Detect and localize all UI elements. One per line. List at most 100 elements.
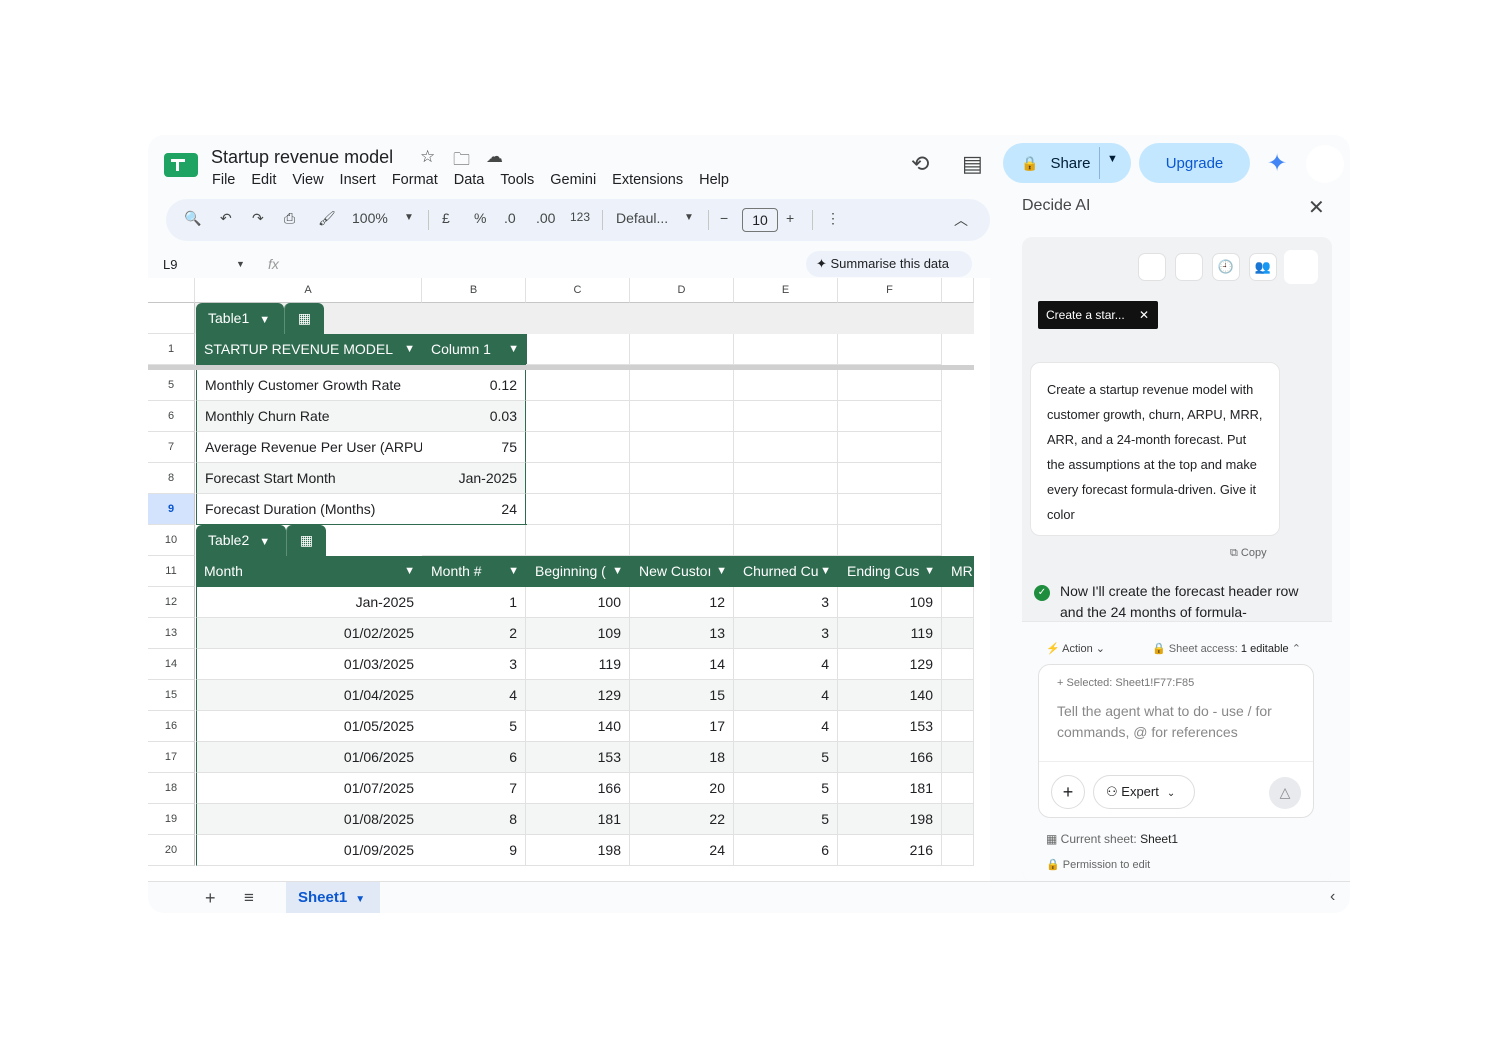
add-sheet-icon[interactable]: + — [205, 888, 216, 909]
table2-header-cell[interactable]: MR — [943, 556, 974, 587]
cell[interactable] — [734, 463, 838, 494]
table2-cell[interactable]: 01/09/2025 — [196, 835, 423, 866]
row-header-18[interactable]: 18 — [148, 773, 195, 804]
table2-cell[interactable]: 3 — [422, 649, 526, 680]
more-formats-button[interactable]: 123 — [570, 210, 590, 224]
table2-header-cell[interactable]: Beginning (▼ — [527, 556, 631, 587]
all-sheets-icon[interactable]: ≡ — [244, 888, 254, 908]
row-header-19[interactable]: 19 — [148, 804, 195, 835]
table2-cell[interactable]: 140 — [526, 711, 630, 742]
menu-view[interactable]: View — [292, 172, 323, 188]
table2-cell[interactable]: 4 — [422, 680, 526, 711]
context-chip[interactable]: Create a star... ✕ — [1038, 301, 1158, 329]
table1-chip[interactable]: Table1 ▼ — [196, 303, 284, 334]
cell[interactable] — [838, 334, 942, 365]
cell[interactable] — [838, 525, 942, 556]
column-header-c[interactable]: C — [526, 278, 630, 303]
menu-extensions[interactable]: Extensions — [612, 172, 683, 188]
cloud-status-icon[interactable]: ☁ — [486, 147, 503, 167]
table2-cell[interactable]: 01/04/2025 — [196, 680, 423, 711]
table2-header-cell[interactable]: Month # ▼ — [423, 556, 527, 587]
collapse-toolbar-icon[interactable]: ︿ — [954, 210, 968, 230]
cell[interactable] — [734, 370, 838, 401]
table1-label-cell[interactable]: Forecast Start Month — [196, 463, 423, 494]
cell[interactable] — [630, 525, 734, 556]
font-select[interactable]: Defaul... — [616, 210, 668, 226]
history-icon[interactable]: 🕘 — [1212, 253, 1240, 281]
table2-cell[interactable]: 01/03/2025 — [196, 649, 423, 680]
more-options-icon[interactable]: ⋮ — [826, 210, 840, 227]
menu-format[interactable]: Format — [392, 172, 438, 188]
table2-header-cell[interactable]: Month ▼ — [196, 556, 423, 587]
row-header-14[interactable]: 14 — [148, 649, 195, 680]
table2-cell[interactable] — [942, 587, 974, 618]
column-header-d[interactable]: D — [630, 278, 734, 303]
table2-cell[interactable]: 153 — [838, 711, 942, 742]
cell[interactable] — [526, 463, 630, 494]
table2-cell[interactable]: 198 — [838, 804, 942, 835]
table2-cell[interactable]: 140 — [838, 680, 942, 711]
table1-value-cell[interactable]: 0.03 — [422, 401, 526, 432]
table2-cell[interactable]: 129 — [526, 680, 630, 711]
row-header-12[interactable]: 12 — [148, 587, 195, 618]
redo-icon[interactable]: ↷ — [252, 210, 264, 227]
cell[interactable] — [734, 432, 838, 463]
table2-cell[interactable]: 4 — [734, 680, 838, 711]
table2-header-cell[interactable]: Ending Cus ▼ — [839, 556, 943, 587]
currency-button[interactable]: £ — [442, 210, 450, 226]
table2-cell[interactable] — [942, 618, 974, 649]
name-box[interactable]: L9 — [163, 257, 177, 272]
table2-cell[interactable]: 119 — [838, 618, 942, 649]
people-icon[interactable]: 👥 — [1249, 253, 1277, 281]
avatar[interactable] — [1306, 145, 1344, 183]
table2-cell[interactable]: 4 — [734, 711, 838, 742]
column-header-a[interactable]: A — [195, 278, 422, 303]
paint-format-icon[interactable]: 🖌 — [318, 210, 336, 227]
table1-value-cell[interactable]: 75 — [422, 432, 526, 463]
row-header-16[interactable]: 16 — [148, 711, 195, 742]
table2-cell[interactable]: 18 — [630, 742, 734, 773]
table2-cell[interactable] — [942, 742, 974, 773]
cell[interactable] — [734, 525, 838, 556]
column-header-b[interactable]: B — [422, 278, 526, 303]
row-header-5[interactable]: 5 — [148, 370, 195, 401]
cell[interactable] — [630, 494, 734, 525]
decrease-decimal-button[interactable]: .0 — [504, 210, 516, 226]
panel-button-3[interactable] — [1284, 250, 1318, 284]
table2-cell[interactable]: 153 — [526, 742, 630, 773]
column-header-f[interactable]: F — [838, 278, 942, 303]
search-icon[interactable]: 🔍 — [184, 210, 201, 227]
send-button[interactable]: △ — [1269, 777, 1301, 809]
table2-chip[interactable]: Table2 ▼ — [196, 525, 286, 556]
table1-value-cell[interactable]: 24 — [422, 494, 526, 525]
action-dropdown[interactable]: ⚡ Action ⌄ — [1046, 642, 1105, 655]
table2-cell[interactable]: 9 — [422, 835, 526, 866]
sheet-access-dropdown[interactable]: 🔒 Sheet access: 1 editable ⌃ — [1152, 642, 1301, 655]
table2-cell[interactable] — [942, 804, 974, 835]
row-header-10[interactable]: 10 — [148, 525, 195, 556]
table1-label-cell[interactable]: Forecast Duration (Months) — [196, 494, 423, 525]
table1-label-cell[interactable]: Monthly Churn Rate — [196, 401, 423, 432]
font-size-decrease-button[interactable]: − — [720, 210, 728, 226]
table2-cell[interactable] — [942, 711, 974, 742]
agent-input[interactable]: + Selected: Sheet1!F77:F85 Tell the agen… — [1038, 664, 1314, 818]
panel-button-2[interactable] — [1175, 253, 1203, 281]
table2-cell[interactable]: 22 — [630, 804, 734, 835]
table2-cell[interactable]: 166 — [526, 773, 630, 804]
table2-header-cell[interactable]: Churned Cu ▼ — [735, 556, 839, 587]
upgrade-button[interactable]: Upgrade — [1139, 143, 1250, 183]
row-header-17[interactable]: 17 — [148, 742, 195, 773]
cell[interactable] — [838, 401, 942, 432]
close-icon[interactable]: ✕ — [1308, 195, 1325, 220]
table2-cell[interactable]: 13 — [630, 618, 734, 649]
percent-button[interactable]: % — [474, 210, 486, 226]
print-icon[interactable]: ⎙ — [284, 210, 295, 227]
row-header-8[interactable]: 8 — [148, 463, 195, 494]
table2-cell[interactable]: 5 — [734, 742, 838, 773]
cell[interactable] — [630, 432, 734, 463]
attach-button[interactable]: + — [1051, 775, 1085, 809]
table2-cell[interactable]: 109 — [526, 618, 630, 649]
table2-cell[interactable]: 01/07/2025 — [196, 773, 423, 804]
mode-select[interactable]: ⚇ Expert ⌄ — [1093, 775, 1195, 809]
table1-label-cell[interactable]: Average Revenue Per User (ARPU) — [196, 432, 423, 463]
